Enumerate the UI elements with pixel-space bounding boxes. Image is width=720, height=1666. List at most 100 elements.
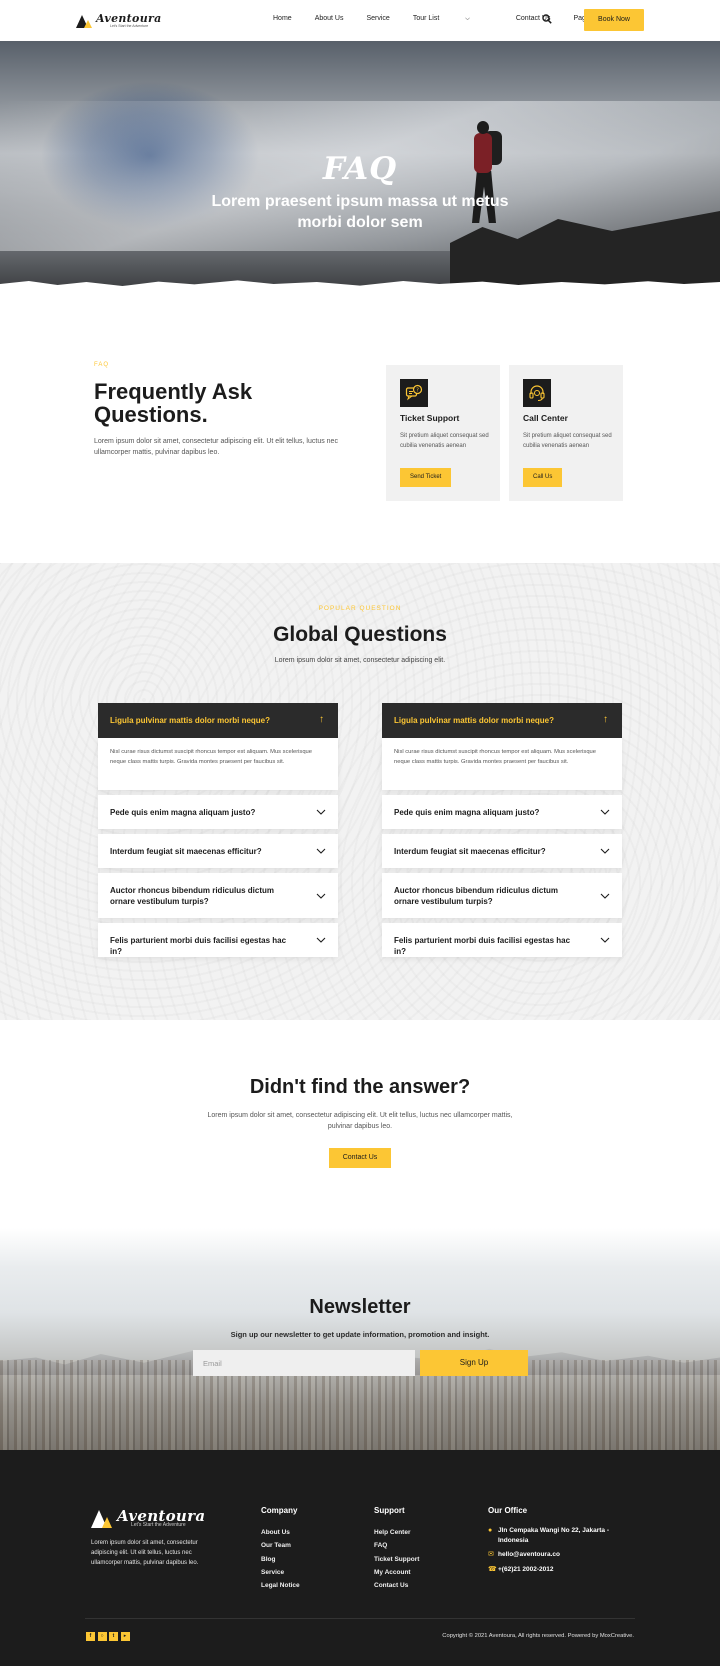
footer-link-my-account[interactable]: My Account xyxy=(374,1566,419,1579)
accordion-answer: Nisl curae risus dictumst suscipit rhonc… xyxy=(382,738,622,790)
accordion-item[interactable]: Felis parturient morbi duis facilisi ege… xyxy=(382,923,622,957)
site-footer: Aventoura Let's Start the Adventure Lore… xyxy=(0,1450,720,1666)
menu-item-tour-list[interactable]: Tour List ⌵ xyxy=(413,15,493,23)
email-field[interactable] xyxy=(193,1350,415,1376)
footer-link-faq[interactable]: FAQ xyxy=(374,1539,419,1552)
logo-text: Aventoura xyxy=(96,11,162,25)
arrow-up-icon: ↑ xyxy=(319,714,324,725)
hero-subtitle: Lorem praesent ipsum massa ut metus morb… xyxy=(211,193,509,231)
accordion-question: Auctor rhoncus bibendum ridiculus dictum… xyxy=(394,886,559,906)
footer-logo[interactable]: Aventoura Let's Start the Adventure xyxy=(91,1508,205,1528)
headset-icon xyxy=(523,379,551,407)
accordion-question: Felis parturient morbi duis facilisi ege… xyxy=(394,936,571,956)
menu-item-tour-list-label: Tour List xyxy=(412,15,440,22)
accordion-item[interactable]: Interdum feugiat sit maecenas efficitur? xyxy=(98,834,338,868)
chevron-down-icon xyxy=(316,848,326,854)
newsletter-subtitle: Sign up our newsletter to get update inf… xyxy=(230,1330,490,1339)
send-ticket-button[interactable]: Send Ticket xyxy=(400,468,452,487)
card-title: Ticket Support xyxy=(400,413,460,423)
footer-column-heading: Our Office xyxy=(488,1506,528,1515)
call-us-button[interactable]: Call Us xyxy=(523,468,563,487)
footer-office-column: Our Office ● Jln Cempaka Wangi No 22, Ja… xyxy=(488,1506,628,1579)
newsletter-section: Newsletter Sign up our newsletter to get… xyxy=(0,1228,720,1450)
footer-link-legal-notice[interactable]: Legal Notice xyxy=(261,1579,300,1592)
office-phone[interactable]: ☎ +(62)21 2002-2012 xyxy=(488,1565,628,1575)
accordion-question: Auctor rhoncus bibendum ridiculus dictum… xyxy=(110,886,275,906)
menu-item-service[interactable]: Service xyxy=(366,15,389,23)
faq-heading: Frequently Ask Questions. xyxy=(94,379,253,427)
footer-link-help-center[interactable]: Help Center xyxy=(374,1526,419,1539)
accordion-header-open[interactable]: Ligula pulvinar mattis dolor morbi neque… xyxy=(382,703,622,738)
footer-column-heading: Support xyxy=(374,1506,405,1515)
brand-logo[interactable]: Aventoura Let's Start the Adventure xyxy=(76,13,162,28)
svg-text:?: ? xyxy=(416,388,419,394)
chevron-down-icon xyxy=(600,848,610,854)
book-now-button[interactable]: Book Now xyxy=(584,9,644,31)
menu-item-home[interactable]: Home xyxy=(273,15,292,23)
accordion-item[interactable]: Felis parturient morbi duis facilisi ege… xyxy=(98,923,338,957)
office-email[interactable]: ✉ hello@aventoura.co xyxy=(488,1550,628,1560)
youtube-icon[interactable]: ▸ xyxy=(120,1632,130,1641)
global-questions-section: POPULAR QUESTION Global Questions Lorem … xyxy=(0,563,720,1020)
faq-accordion-right: Ligula pulvinar mattis dolor morbi neque… xyxy=(382,703,622,957)
instagram-icon[interactable]: ○ xyxy=(97,1632,107,1641)
twitter-icon[interactable]: t xyxy=(109,1632,118,1641)
call-center-card: Call Center Sit pretium aliquet consequa… xyxy=(509,365,623,501)
accordion-item[interactable]: Pede quis enim magna aliquam justo? xyxy=(98,795,338,829)
accordion-question: Pede quis enim magna aliquam justo? xyxy=(110,808,256,817)
top-navbar: Aventoura Let's Start the Adventure Home… xyxy=(0,0,720,41)
accordion-item[interactable]: Auctor rhoncus bibendum ridiculus dictum… xyxy=(382,873,622,918)
chevron-down-icon xyxy=(316,809,326,815)
section-eyebrow: POPULAR QUESTION xyxy=(318,605,402,612)
chevron-down-icon xyxy=(600,893,610,899)
menu-item-about[interactable]: About Us xyxy=(315,15,344,23)
accordion-question: Interdum feugiat sit maecenas efficitur? xyxy=(394,847,546,856)
mountain-logo-icon xyxy=(76,13,92,28)
card-text: Sit pretium aliquet consequat sed cubili… xyxy=(523,433,612,449)
accordion-question: Felis parturient morbi duis facilisi ege… xyxy=(110,936,287,956)
office-phone-text: +(62)21 2002-2012 xyxy=(498,1565,554,1573)
arrow-up-icon: ↑ xyxy=(603,714,608,725)
accordion-item[interactable]: Interdum feugiat sit maecenas efficitur? xyxy=(382,834,622,868)
accordion-question: Ligula pulvinar mattis dolor morbi neque… xyxy=(394,716,555,725)
hero-title: FAQ xyxy=(322,151,398,187)
footer-support-column: Support Help Center FAQ Ticket Support M… xyxy=(374,1506,419,1592)
mountain-logo-icon xyxy=(91,1508,113,1528)
cta-title: Didn't find the answer? xyxy=(249,1076,471,1098)
footer-link-service[interactable]: Service xyxy=(261,1566,300,1579)
footer-column-heading: Company xyxy=(261,1506,298,1515)
office-email-text: hello@aventoura.co xyxy=(498,1551,560,1558)
copyright-text: Copyright © 2021 Aventoura, All rights r… xyxy=(442,1633,634,1639)
facebook-icon[interactable]: f xyxy=(86,1632,95,1641)
chevron-down-icon xyxy=(600,809,610,815)
faq-eyebrow: FAQ xyxy=(94,362,110,368)
footer-link-contact-us[interactable]: Contact Us xyxy=(374,1579,419,1592)
chevron-down-icon xyxy=(316,937,326,943)
sign-up-button[interactable]: Sign Up xyxy=(420,1350,528,1376)
footer-link-ticket-support[interactable]: Ticket Support xyxy=(374,1553,419,1566)
office-address: ● Jln Cempaka Wangi No 22, Jakarta - Ind… xyxy=(488,1526,628,1545)
faq-description: Lorem ipsum dolor sit amet, consectetur … xyxy=(94,438,338,456)
accordion-item[interactable]: Pede quis enim magna aliquam justo? xyxy=(382,795,622,829)
accordion-item[interactable]: Auctor rhoncus bibendum ridiculus dictum… xyxy=(98,873,338,918)
ticket-support-icon: ? xyxy=(400,379,428,407)
accordion-header-open[interactable]: Ligula pulvinar mattis dolor morbi neque… xyxy=(98,703,338,738)
accordion-question: Interdum feugiat sit maecenas efficitur? xyxy=(110,847,262,856)
map-pin-icon: ● xyxy=(488,1527,493,1534)
footer-divider xyxy=(85,1618,635,1619)
footer-link-blog[interactable]: Blog xyxy=(261,1553,300,1566)
footer-link-about-us[interactable]: About Us xyxy=(261,1526,300,1539)
social-links: f ○ t ▸ xyxy=(86,1632,132,1641)
section-title: Global Questions xyxy=(273,623,447,646)
footer-link-our-team[interactable]: Our Team xyxy=(261,1539,300,1552)
mail-icon: ✉ xyxy=(488,1551,494,1558)
ticket-support-card: ? Ticket Support Sit pretium aliquet con… xyxy=(386,365,500,501)
footer-logo-text: Aventoura xyxy=(117,1507,206,1525)
accordion-question: Ligula pulvinar mattis dolor morbi neque… xyxy=(110,716,271,725)
search-icon[interactable] xyxy=(542,14,552,24)
contact-us-button[interactable]: Contact Us xyxy=(329,1148,391,1168)
footer-about-text: Lorem ipsum dolor sit amet, consectetur … xyxy=(91,1540,199,1566)
footer-company-column: Company About Us Our Team Blog Service L… xyxy=(261,1506,300,1592)
chevron-down-icon xyxy=(316,893,326,899)
cta-description: Lorem ipsum dolor sit amet, consectetur … xyxy=(207,1112,513,1130)
